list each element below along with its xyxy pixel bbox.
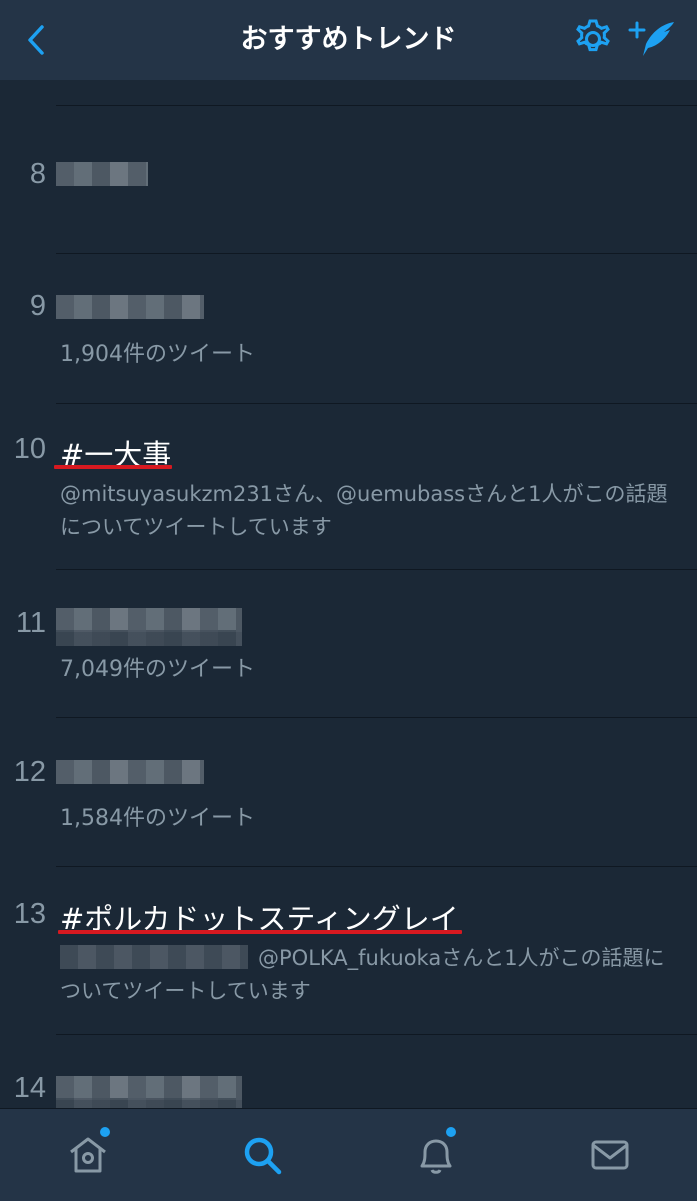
- trend-rank: 8: [29, 158, 46, 190]
- tweet-count: 1,584件のツイート: [60, 806, 255, 831]
- home-icon: [70, 1137, 106, 1173]
- notification-dot: [446, 1127, 456, 1137]
- red-underline-annotation: [54, 465, 172, 469]
- divider: [56, 717, 697, 718]
- divider: [56, 403, 697, 404]
- search-icon: [244, 1137, 282, 1175]
- trend-rank: 10: [13, 433, 46, 465]
- trend-rank: 11: [15, 607, 46, 639]
- compose-quill-icon: [628, 21, 674, 56]
- bottom-tab-bar: [0, 1108, 697, 1201]
- divider: [56, 105, 697, 106]
- settings-button[interactable]: [570, 16, 616, 62]
- trend-name-pixelated: [56, 162, 148, 186]
- tab-search[interactable]: [240, 1133, 284, 1177]
- trend-name-pixelated: [56, 1076, 242, 1100]
- notification-dot: [100, 1127, 110, 1137]
- mail-icon: [591, 1140, 629, 1170]
- trend-name-pixelated: [56, 1098, 242, 1108]
- top-navigation-bar: おすすめトレンド: [0, 0, 697, 80]
- trend-name-pixelated: [56, 760, 204, 784]
- pixelated-avatar-name: [60, 945, 248, 969]
- trend-rank: 12: [13, 756, 46, 788]
- trend-context: @mitsuyasukzm231さん、@uemubassさんと1人がこの話題につ…: [60, 482, 668, 539]
- red-underline-annotation: [58, 930, 462, 934]
- trends-list: 8 9 1,904件のツイート 10 #一大事 @mitsuyasukzm231…: [0, 80, 697, 1108]
- tab-messages[interactable]: [588, 1133, 632, 1177]
- trend-name-pixelated: [56, 608, 242, 632]
- divider: [56, 1034, 697, 1035]
- gear-icon: [576, 19, 610, 52]
- tab-notifications[interactable]: [414, 1127, 458, 1177]
- divider: [56, 253, 697, 254]
- divider: [56, 569, 697, 570]
- trend-rank: 9: [29, 290, 46, 322]
- trend-name-pixelated: [56, 295, 204, 319]
- trend-rank: 14: [13, 1072, 46, 1104]
- divider: [56, 866, 697, 867]
- trend-rank: 13: [13, 898, 46, 930]
- trend-name-pixelated: [56, 630, 242, 646]
- tweet-count: 7,049件のツイート: [60, 657, 255, 682]
- trend-context: @POLKA_fukuokaさんと1人がこの話題についてツイートしています: [60, 942, 680, 1008]
- bell-icon: [420, 1139, 452, 1174]
- compose-button[interactable]: [626, 16, 678, 64]
- tab-home[interactable]: [66, 1127, 110, 1177]
- tweet-count: 1,904件のツイート: [60, 342, 255, 367]
